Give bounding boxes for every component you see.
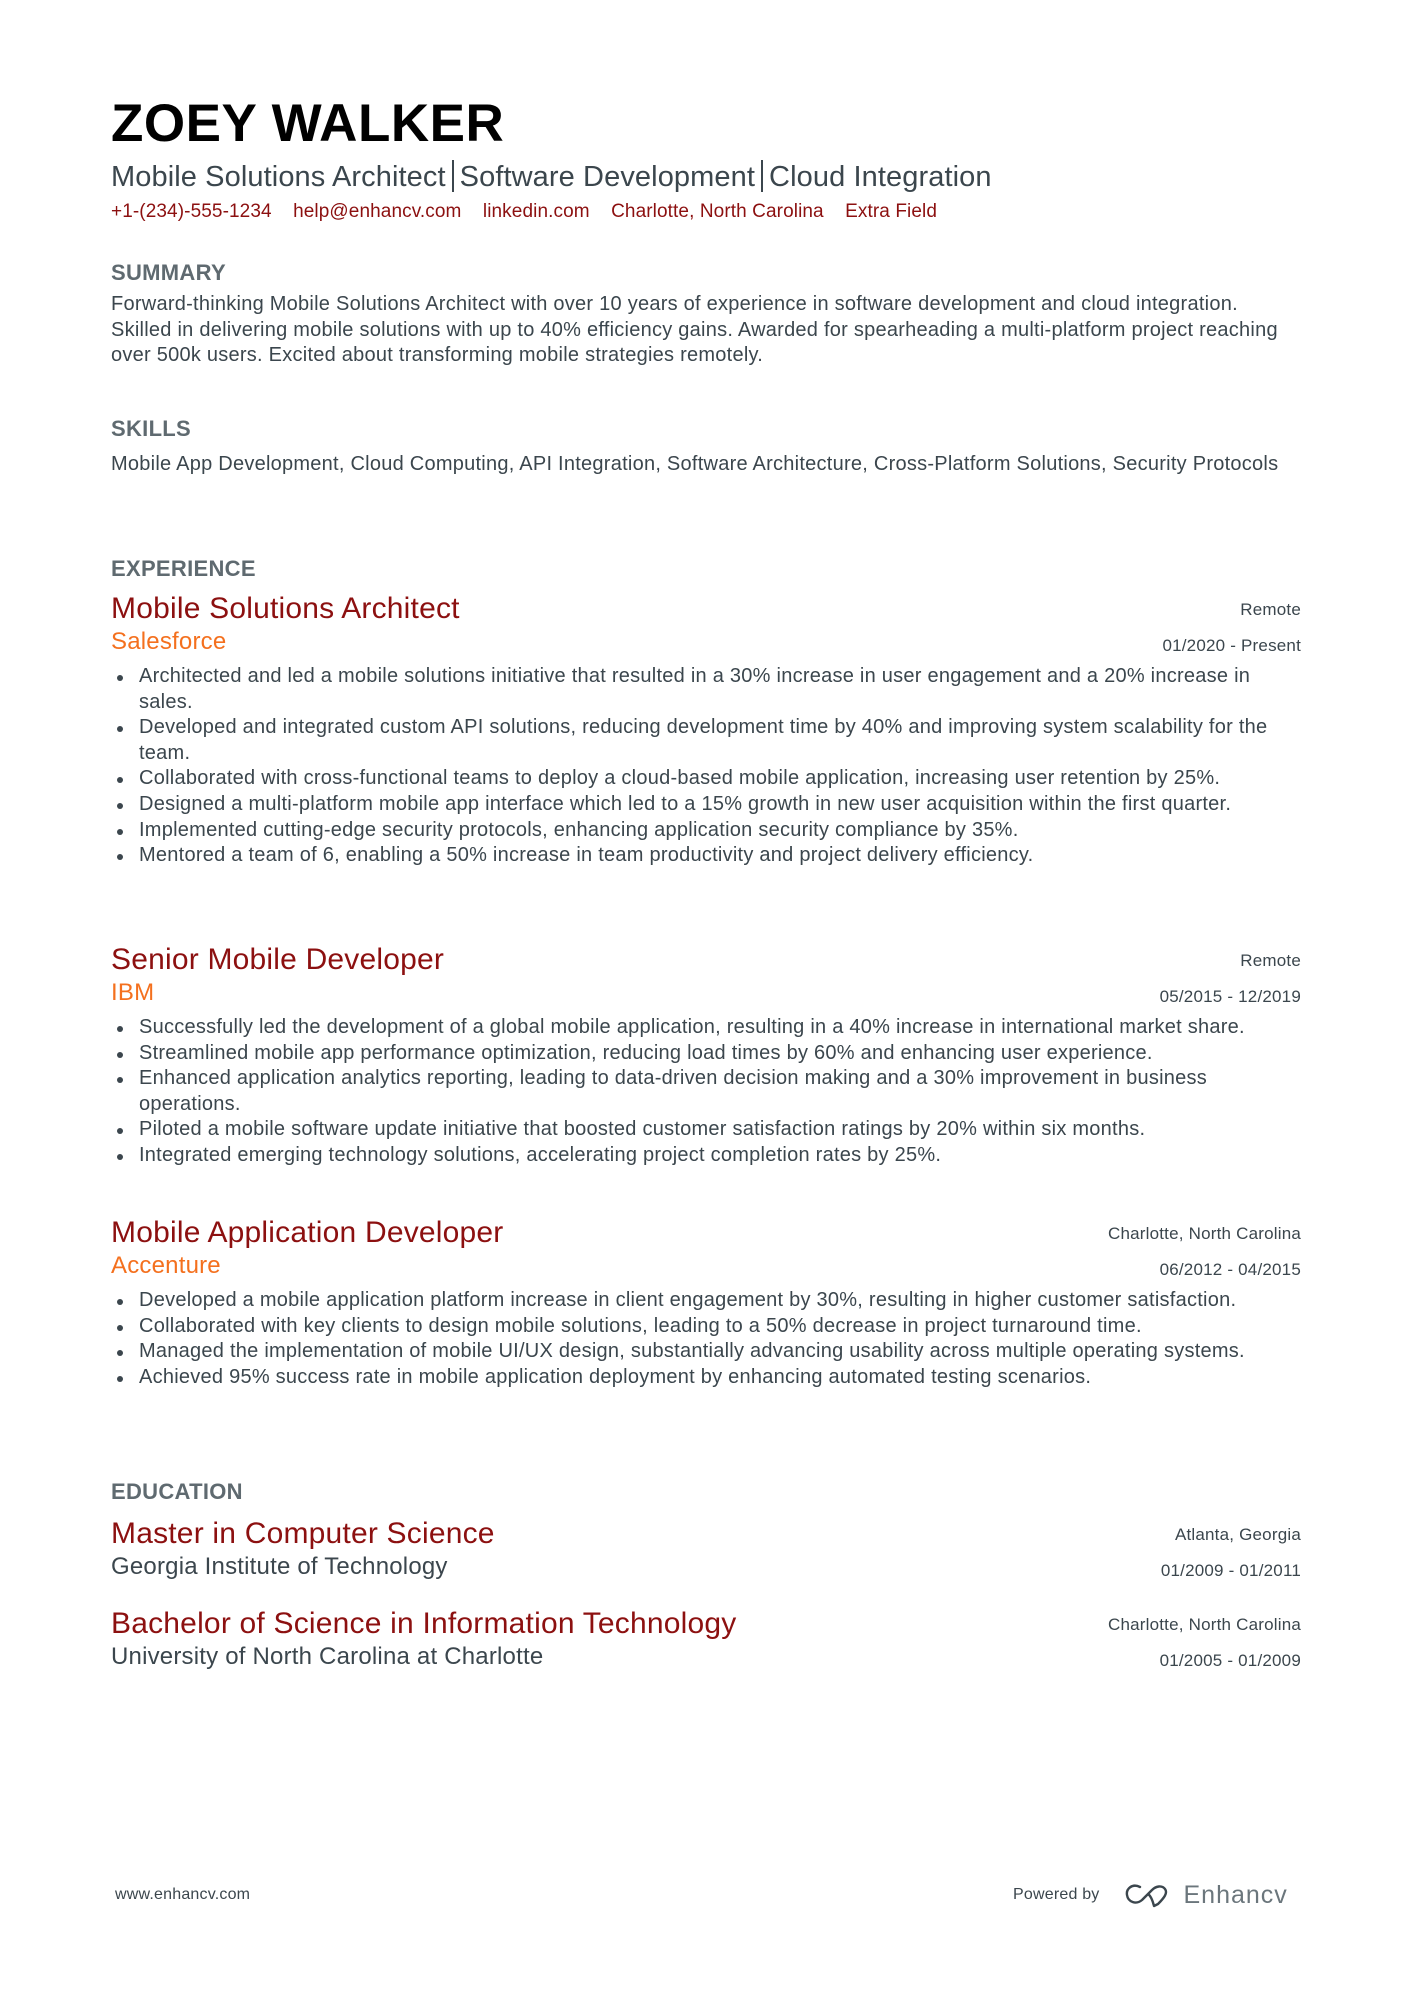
headline: Mobile Solutions Architect Software Devel… [111, 160, 992, 194]
experience-heading: EXPERIENCE [111, 556, 256, 581]
school-name: Georgia Institute of Technology [111, 1553, 448, 1580]
school-name: University of North Carolina at Charlott… [111, 1643, 544, 1670]
skills-text: Mobile App Development, Cloud Computing,… [111, 453, 1279, 475]
experience-entry: Mobile Solutions Architect Salesforce Re… [111, 592, 1301, 869]
job-location: Remote [1240, 600, 1301, 619]
powered-by-label: Powered by [1013, 1886, 1100, 1903]
contact-location: Charlotte, North Carolina [611, 201, 824, 222]
job-title: Mobile Solutions Architect [111, 592, 460, 625]
contact-extra-field: Extra Field [845, 201, 938, 222]
education-dates: 01/2009 - 01/2011 [1160, 1561, 1301, 1580]
bullet-item: Implemented cutting-edge security protoc… [111, 818, 1301, 844]
headline-divider [451, 160, 454, 192]
bullet-item: Mentored a team of 6, enabling a 50% inc… [111, 843, 1301, 869]
job-dates: 01/2020 - Present [1162, 636, 1301, 655]
bullet-item: Piloted a mobile software update initiat… [111, 1117, 1301, 1143]
bullet-item: Developed and integrated custom API solu… [111, 715, 1301, 766]
job-location: Remote [1240, 951, 1301, 970]
headline-part: Mobile Solutions Architect [111, 161, 446, 193]
education-heading: EDUCATION [111, 1479, 243, 1504]
contact-linkedin[interactable]: linkedin.com [483, 201, 590, 222]
headline-part: Cloud Integration [769, 161, 992, 193]
degree-title: Master in Computer Science [111, 1517, 495, 1550]
education-entry: Bachelor of Science in Information Techn… [111, 1607, 1301, 1673]
contact-line: +1-(234)-555-1234 help@enhancv.com linke… [111, 201, 953, 223]
job-dates: 05/2015 - 12/2019 [1159, 987, 1301, 1006]
enhancv-logo-icon [1125, 1884, 1167, 1908]
experience-entry: Senior Mobile Developer IBM Remote 05/20… [111, 943, 1301, 1169]
job-bullets: Successfully led the development of a gl… [111, 1015, 1301, 1169]
bullet-item: Integrated emerging technology solutions… [111, 1143, 1301, 1169]
bullet-item: Achieved 95% success rate in mobile appl… [111, 1365, 1301, 1391]
candidate-name: ZOEY WALKER [111, 94, 505, 153]
bullet-item: Streamlined mobile app performance optim… [111, 1041, 1301, 1067]
job-title: Senior Mobile Developer [111, 943, 445, 976]
company-name: IBM [111, 979, 155, 1006]
bullet-item: Architected and led a mobile solutions i… [111, 664, 1301, 715]
job-dates: 06/2012 - 04/2015 [1159, 1260, 1301, 1279]
skills-heading: SKILLS [111, 416, 192, 441]
education-entry: Master in Computer Science Georgia Insti… [111, 1517, 1301, 1583]
bullet-item: Enhanced application analytics reporting… [111, 1066, 1301, 1117]
summary-heading: SUMMARY [111, 260, 226, 285]
experience-entry: Mobile Application Developer Accenture C… [111, 1216, 1301, 1390]
bullet-item: Successfully led the development of a gl… [111, 1015, 1301, 1041]
company-name: Salesforce [111, 628, 227, 655]
headline-part: Software Development [459, 161, 756, 193]
powered-by-badge[interactable]: Powered by Enhancv [1013, 1880, 1288, 1910]
education-dates: 01/2005 - 01/2009 [1159, 1651, 1301, 1670]
bullet-item: Collaborated with key clients to design … [111, 1314, 1301, 1340]
headline-divider [761, 160, 764, 192]
job-bullets: Architected and led a mobile solutions i… [111, 664, 1301, 869]
job-bullets: Developed a mobile application platform … [111, 1288, 1301, 1390]
job-location: Charlotte, North Carolina [1107, 1224, 1301, 1243]
company-name: Accenture [111, 1252, 221, 1279]
bullet-item: Designed a multi-platform mobile app int… [111, 792, 1301, 818]
bullet-item: Collaborated with cross-functional teams… [111, 766, 1301, 792]
enhancv-brand-name: Enhancv [1183, 1880, 1288, 1909]
bullet-item: Managed the implementation of mobile UI/… [111, 1339, 1301, 1365]
education-location: Charlotte, North Carolina [1107, 1615, 1301, 1634]
footer-website-link[interactable]: www.enhancv.com [115, 1886, 250, 1904]
bullet-item: Developed a mobile application platform … [111, 1288, 1301, 1314]
contact-email[interactable]: help@enhancv.com [293, 201, 461, 222]
summary-text: Forward-thinking Mobile Solutions Archit… [111, 293, 1278, 367]
education-location: Atlanta, Georgia [1174, 1525, 1301, 1544]
contact-phone[interactable]: +1-(234)-555-1234 [111, 201, 272, 222]
